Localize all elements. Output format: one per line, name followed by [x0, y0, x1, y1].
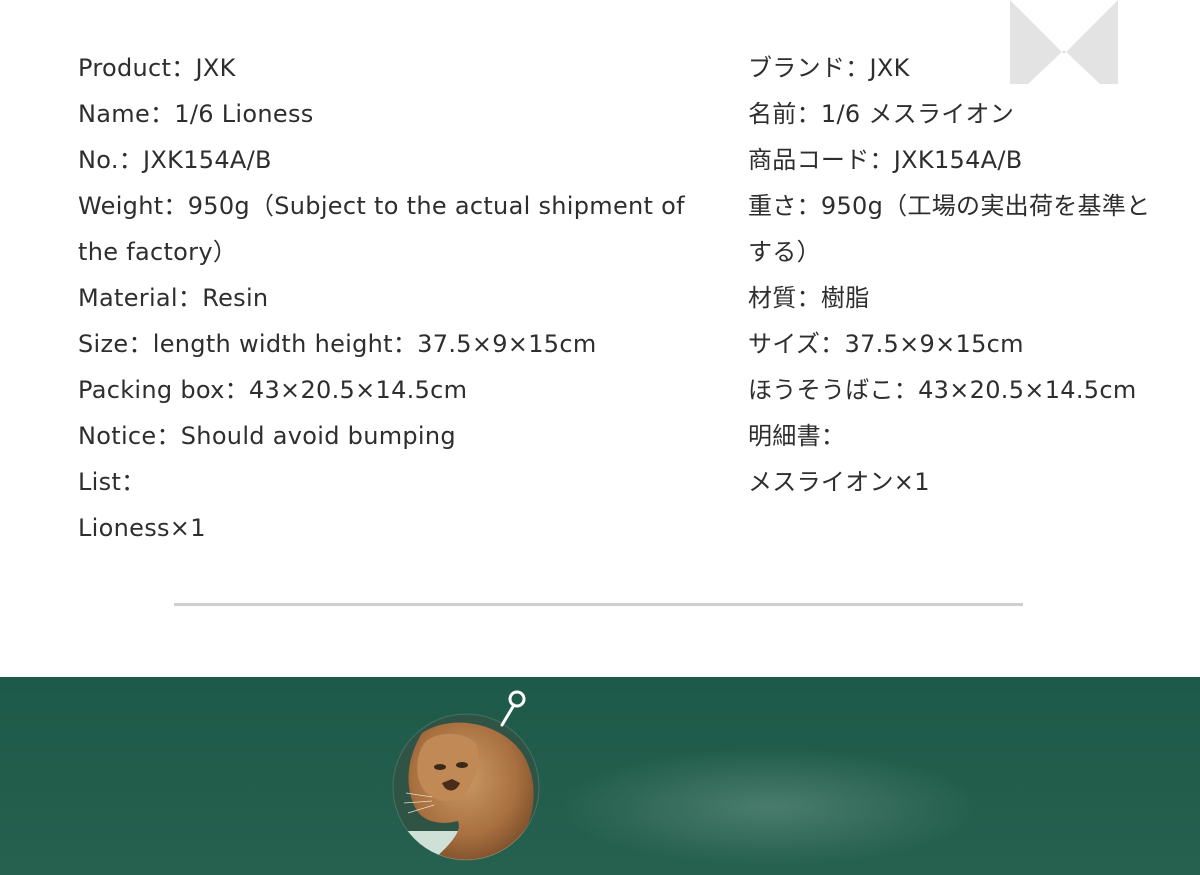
spec-line-product: Product：JXK: [78, 54, 236, 82]
spec-line-list-item: Lioness×1: [78, 514, 206, 542]
spec-line-list-ja: 明細書：: [748, 422, 846, 450]
spec-line-material: Material：Resin: [78, 284, 269, 312]
spec-line-size-ja: サイズ：37.5×9×15cm: [748, 330, 1024, 358]
spec-line-packing-box: Packing box：43×20.5×14.5cm: [78, 376, 468, 404]
spec-line-weight-cont: the factory）: [78, 238, 238, 266]
spec-line-list: List：: [78, 468, 146, 496]
lioness-photo: [392, 713, 540, 861]
spec-line-notice: Notice：Should avoid bumping: [78, 422, 456, 450]
feature-banner: [0, 677, 1200, 875]
spec-list-english: Product：JXK Name：1/6 Lioness No.：JXK154A…: [78, 45, 685, 551]
zoom-pin-icon: [500, 690, 526, 727]
spec-line-list-item-ja: メスライオン×1: [748, 468, 930, 496]
spec-line-packing-box-ja: ほうそうばこ：43×20.5×14.5cm: [748, 376, 1137, 404]
spec-line-weight-ja: 重さ：950g（工場の実出荷を基準と: [748, 192, 1151, 220]
spec-line-weight-cont-ja: する）: [748, 238, 821, 266]
banner-glow: [560, 747, 980, 867]
spec-line-name-ja: 名前：1/6 メスライオン: [748, 100, 1015, 128]
section-divider: [174, 603, 1023, 606]
spec-line-number: No.：JXK154A/B: [78, 146, 272, 174]
spec-line-material-ja: 材質：樹脂: [748, 284, 870, 312]
spec-line-weight: Weight：950g（Subject to the actual shipme…: [78, 192, 685, 220]
spec-line-code-ja: 商品コード：JXK154A/B: [748, 146, 1023, 174]
spec-list-japanese: ブランド：JXK 名前：1/6 メスライオン 商品コード：JXK154A/B 重…: [748, 45, 1168, 505]
spec-line-name: Name：1/6 Lioness: [78, 100, 314, 128]
spec-line-size: Size：length width height：37.5×9×15cm: [78, 330, 597, 358]
spec-line-brand-ja: ブランド：JXK: [748, 54, 910, 82]
